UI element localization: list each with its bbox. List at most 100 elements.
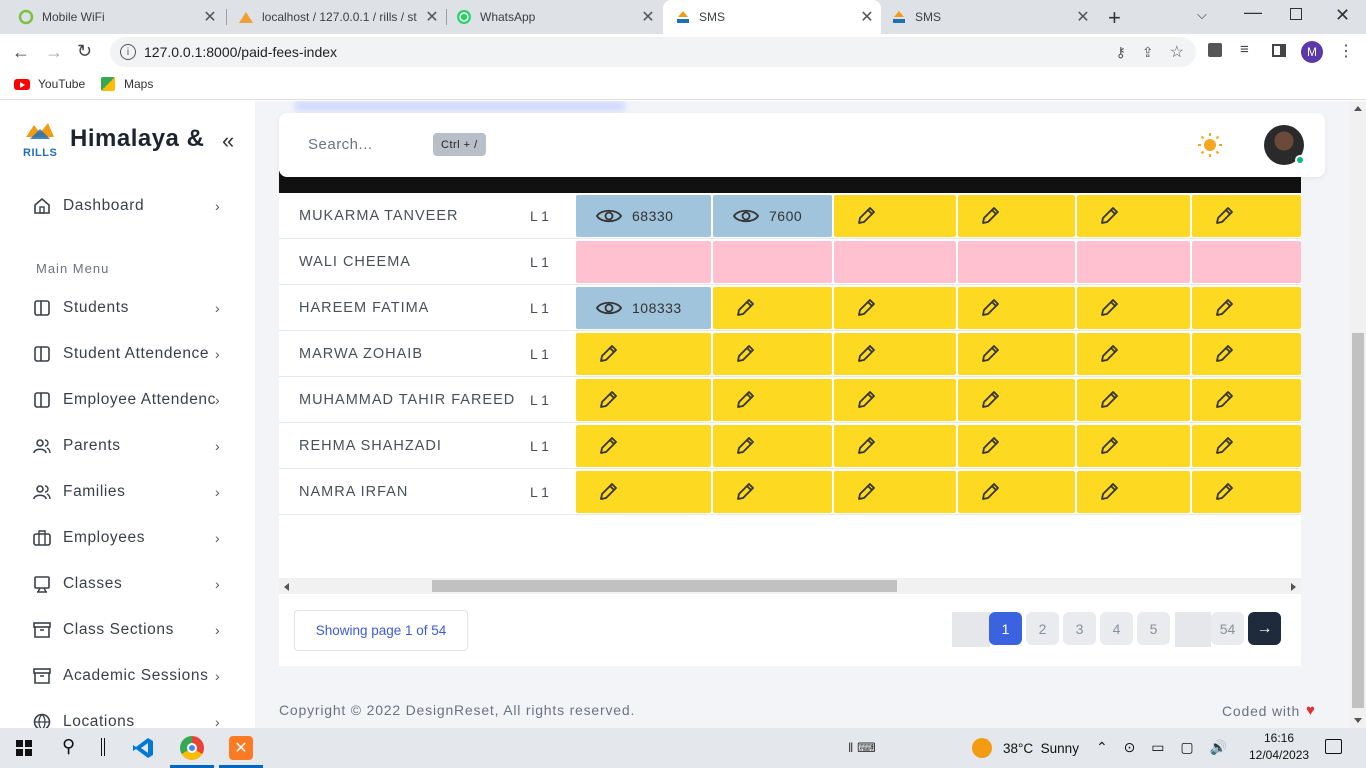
sidebar-item-employees[interactable]: Employees ›	[32, 523, 227, 553]
fee-edit-cell[interactable]	[713, 287, 832, 329]
fee-edit-cell[interactable]	[576, 425, 711, 467]
pencil-edit-icon[interactable]	[979, 389, 1001, 411]
windows-start-icon[interactable]	[16, 740, 32, 756]
pencil-edit-icon[interactable]	[1098, 481, 1120, 503]
close-tab-icon[interactable]: ✕	[1069, 7, 1097, 27]
fee-edit-cell[interactable]	[1192, 195, 1301, 237]
pencil-edit-icon[interactable]	[734, 389, 756, 411]
user-avatar[interactable]	[1264, 125, 1305, 165]
fee-edit-cell[interactable]	[958, 287, 1075, 329]
tab-sms[interactable]: SMS ✕	[881, 0, 1097, 34]
fee-edit-cell[interactable]	[713, 333, 832, 375]
scroll-left-arrow[interactable]	[284, 583, 289, 591]
fee-edit-cell[interactable]	[958, 471, 1075, 513]
tab-mobile-wifi[interactable]: Mobile WiFi ✕	[0, 0, 224, 34]
media-icon[interactable]: ≡	[1240, 41, 1249, 58]
fee-edit-cell[interactable]	[958, 425, 1075, 467]
pencil-edit-icon[interactable]	[979, 205, 1001, 227]
scrollbar-thumb[interactable]	[1352, 333, 1364, 708]
fee-edit-cell[interactable]	[958, 195, 1075, 237]
pencil-edit-icon[interactable]	[734, 297, 756, 319]
fee-edit-cell[interactable]	[1077, 287, 1190, 329]
pencil-edit-icon[interactable]	[734, 481, 756, 503]
fee-edit-cell[interactable]	[958, 379, 1075, 421]
page-2-button[interactable]: 2	[1026, 612, 1059, 645]
sidebar-item-class-sections[interactable]: Class Sections ›	[32, 615, 227, 645]
pencil-edit-icon[interactable]	[855, 389, 877, 411]
tab-phpmyadmin[interactable]: localhost / 127.0.0.1 / rills / st ✕	[228, 0, 446, 34]
fee-edit-cell[interactable]	[713, 379, 832, 421]
fee-edit-cell[interactable]	[1192, 287, 1301, 329]
fee-edit-cell[interactable]	[1077, 471, 1190, 513]
scrollbar-thumb[interactable]	[432, 580, 897, 592]
close-tab-icon[interactable]: ✕	[418, 7, 446, 27]
site-info-icon[interactable]: i	[120, 44, 136, 60]
pencil-edit-icon[interactable]	[734, 435, 756, 457]
scroll-right-arrow[interactable]	[1291, 583, 1296, 591]
url-text[interactable]: 127.0.0.1:8000/paid-fees-index	[144, 44, 337, 60]
sidebar-item-employee-attendence[interactable]: Employee Attendence ›	[32, 385, 227, 415]
pencil-edit-icon[interactable]	[1213, 481, 1235, 503]
pencil-edit-icon[interactable]	[1098, 343, 1120, 365]
fee-edit-cell[interactable]	[713, 425, 832, 467]
extensions-icon[interactable]	[1208, 43, 1222, 57]
pencil-edit-icon[interactable]	[855, 435, 877, 457]
browser-menu-icon[interactable]: ⋮	[1338, 41, 1354, 61]
pencil-edit-icon[interactable]	[597, 435, 619, 457]
page-5-button[interactable]: 5	[1137, 612, 1170, 645]
next-page-button[interactable]: →	[1248, 612, 1281, 645]
fee-edit-cell[interactable]	[834, 425, 956, 467]
close-tab-icon[interactable]: ✕	[853, 7, 881, 27]
sidebar-item-dashboard[interactable]: Dashboard ›	[32, 191, 227, 221]
pencil-edit-icon[interactable]	[979, 435, 1001, 457]
page-4-button[interactable]: 4	[1100, 612, 1133, 645]
fee-edit-cell[interactable]	[1077, 379, 1190, 421]
page-3-button[interactable]: 3	[1063, 612, 1096, 645]
taskbar-date[interactable]: 12/04/2023	[1249, 748, 1309, 762]
sidebar-item-parents[interactable]: Parents ›	[32, 431, 227, 461]
notifications-icon[interactable]	[1325, 739, 1342, 754]
pencil-edit-icon[interactable]	[1098, 205, 1120, 227]
fee-edit-cell[interactable]	[576, 379, 711, 421]
fee-edit-cell[interactable]	[834, 379, 956, 421]
chrome-taskbar-icon[interactable]	[180, 736, 204, 760]
eye-icon[interactable]	[596, 207, 622, 225]
pencil-edit-icon[interactable]	[1213, 297, 1235, 319]
scroll-up-arrow[interactable]	[1354, 106, 1362, 111]
page-54-button[interactable]: 54	[1211, 612, 1244, 645]
fee-edit-cell[interactable]	[576, 471, 711, 513]
pencil-edit-icon[interactable]	[1213, 343, 1235, 365]
weather-widget[interactable]: 38°C Sunny	[972, 738, 1079, 758]
fee-edit-cell[interactable]	[1192, 333, 1301, 375]
tab-sms-active[interactable]: SMS ✕	[663, 0, 881, 34]
restore-button[interactable]	[1290, 8, 1302, 20]
pencil-edit-icon[interactable]	[855, 205, 877, 227]
fee-edit-cell[interactable]	[1192, 471, 1301, 513]
pencil-edit-icon[interactable]	[855, 481, 877, 503]
logo[interactable]: RILLS	[22, 121, 58, 161]
search-input[interactable]: Search...	[308, 136, 373, 153]
tab-whatsapp[interactable]: WhatsApp ✕	[448, 0, 662, 34]
address-bar[interactable]: i 127.0.0.1:8000/paid-fees-index ⚷ ⇪ ☆	[110, 37, 1196, 67]
taskbar-time[interactable]: 16:16	[1264, 731, 1294, 745]
system-tray-icons[interactable]: ⌃ ⊙ ▭ ▢ 🔊	[1096, 739, 1233, 756]
close-window-button[interactable]: ✕	[1335, 5, 1350, 26]
sidebar-item-classes[interactable]: Classes ›	[32, 569, 227, 599]
pencil-edit-icon[interactable]	[1098, 297, 1120, 319]
pencil-edit-icon[interactable]	[855, 343, 877, 365]
fee-edit-cell[interactable]	[834, 333, 956, 375]
fee-edit-cell[interactable]	[1077, 425, 1190, 467]
sidebar-item-academic-sessions[interactable]: Academic Sessions ›	[32, 661, 227, 691]
fee-edit-cell[interactable]	[1077, 333, 1190, 375]
key-icon[interactable]: ⚷	[1116, 44, 1126, 61]
profile-avatar[interactable]: M	[1301, 41, 1323, 63]
minimize-button[interactable]: —	[1244, 2, 1262, 23]
page-vertical-scrollbar[interactable]	[1350, 101, 1366, 728]
collapse-sidebar-icon[interactable]: «	[222, 128, 234, 154]
task-view-icon[interactable]	[101, 738, 105, 756]
eye-icon[interactable]	[733, 207, 759, 225]
pencil-edit-icon[interactable]	[1098, 389, 1120, 411]
fee-edit-cell[interactable]	[1192, 425, 1301, 467]
pencil-edit-icon[interactable]	[1213, 435, 1235, 457]
close-tab-icon[interactable]: ✕	[196, 7, 224, 27]
